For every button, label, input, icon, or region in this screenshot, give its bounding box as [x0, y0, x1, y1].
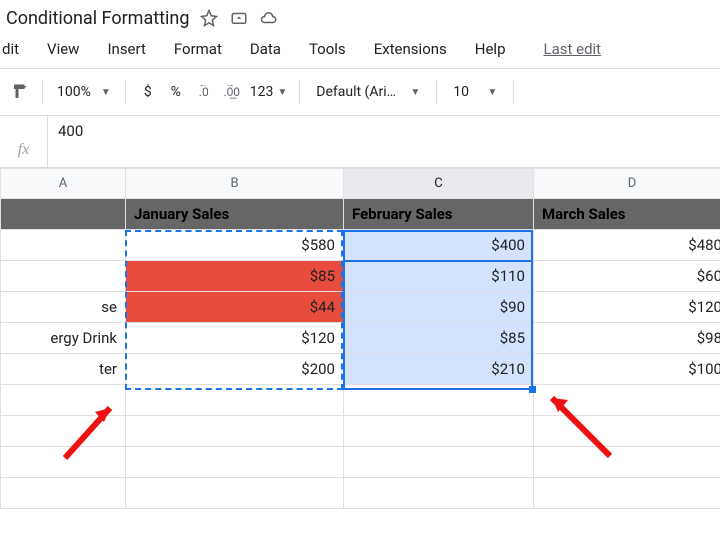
cell[interactable]: $210 [344, 354, 534, 385]
font-size-select[interactable]: 10 ▼ [445, 77, 505, 107]
cloud-icon[interactable] [259, 8, 279, 28]
cell[interactable] [1, 416, 126, 447]
menu-bar: dit View Insert Format Data Tools Extens… [0, 36, 720, 68]
separator [125, 80, 126, 104]
star-icon[interactable] [199, 8, 219, 28]
formula-input[interactable]: 400 [48, 116, 720, 167]
increase-decimal-button[interactable]: .0̲0→ [218, 77, 246, 107]
col-header-C[interactable]: C [344, 169, 534, 199]
currency-button[interactable]: $ [134, 77, 162, 107]
chevron-down-icon: ▼ [277, 87, 287, 98]
col-header-B[interactable]: B [126, 169, 344, 199]
col-header-D[interactable]: D [534, 169, 720, 199]
cell[interactable] [126, 478, 344, 509]
chevron-down-icon: ▼ [101, 87, 111, 98]
separator [42, 80, 43, 104]
cell[interactable]: $85 [126, 261, 344, 292]
decrease-decimal-button[interactable]: .0← [190, 77, 218, 107]
separator [436, 80, 437, 104]
move-icon[interactable] [229, 8, 249, 28]
cell[interactable] [126, 385, 344, 416]
font-size-value: 10 [453, 84, 469, 100]
menu-extensions[interactable]: Extensions [360, 36, 461, 62]
menu-edit[interactable]: dit [0, 36, 33, 62]
menu-format[interactable]: Format [160, 36, 236, 62]
cell[interactable]: ergy Drink [1, 323, 126, 354]
cell[interactable]: February Sales [344, 199, 534, 230]
menu-tools[interactable]: Tools [295, 36, 360, 62]
cell[interactable]: $98 [534, 323, 720, 354]
cell[interactable]: $580 [126, 230, 344, 261]
cell[interactable] [534, 385, 720, 416]
cell[interactable] [344, 447, 534, 478]
font-select[interactable]: Default (Ari… ▼ [308, 77, 428, 107]
menu-data[interactable]: Data [236, 36, 295, 62]
cell[interactable] [534, 416, 720, 447]
cell[interactable]: $100 [534, 354, 720, 385]
cell[interactable]: $85 [344, 323, 534, 354]
cell[interactable]: $120 [534, 292, 720, 323]
cell[interactable] [126, 416, 344, 447]
fx-label-cell: fx [0, 116, 48, 167]
cell[interactable] [344, 385, 534, 416]
cell[interactable]: $120 [126, 323, 344, 354]
percent-button[interactable]: % [162, 77, 190, 107]
cell[interactable] [1, 199, 126, 230]
cell[interactable]: March Sales [534, 199, 720, 230]
spreadsheet-grid[interactable]: A B C D January Sales February Sales Mar… [0, 168, 720, 509]
cell[interactable]: $90 [344, 292, 534, 323]
cell[interactable] [1, 261, 126, 292]
cell[interactable] [534, 447, 720, 478]
zoom-select[interactable]: 100% ▼ [51, 77, 117, 107]
fx-label: fx [18, 141, 30, 159]
cell[interactable]: $200 [126, 354, 344, 385]
cell[interactable] [344, 478, 534, 509]
cell[interactable]: $400 [344, 230, 534, 261]
cell[interactable] [1, 385, 126, 416]
cell[interactable] [344, 416, 534, 447]
toolbar: 100% ▼ $ % .0← .0̲0→ 123 ▼ Default (Ari…… [0, 68, 720, 116]
cell[interactable]: $44 [126, 292, 344, 323]
last-edit-link[interactable]: Last edit [530, 36, 616, 62]
font-name: Default (Ari… [316, 84, 396, 100]
menu-help[interactable]: Help [461, 36, 520, 62]
cell[interactable]: January Sales [126, 199, 344, 230]
more-formats-button[interactable]: 123 ▼ [246, 77, 292, 107]
separator [513, 80, 514, 104]
cell[interactable] [1, 478, 126, 509]
cell[interactable]: $110 [344, 261, 534, 292]
formula-bar: fx 400 [0, 116, 720, 168]
cell[interactable]: $60 [534, 261, 720, 292]
chevron-down-icon: ▼ [487, 87, 497, 98]
cell[interactable] [534, 478, 720, 509]
col-header-A[interactable]: A [1, 169, 126, 199]
chevron-down-icon: ▼ [410, 87, 420, 98]
cell[interactable] [126, 447, 344, 478]
cell[interactable]: se [1, 292, 126, 323]
cell[interactable] [1, 230, 126, 261]
separator [299, 80, 300, 104]
zoom-value: 100% [57, 84, 91, 100]
formula-value: 400 [58, 122, 83, 140]
menu-view[interactable]: View [33, 36, 93, 62]
doc-title[interactable]: Conditional Formatting [6, 8, 189, 29]
cell[interactable]: $480 [534, 230, 720, 261]
paint-format-icon[interactable] [6, 77, 34, 107]
cell[interactable]: ter [1, 354, 126, 385]
cell[interactable] [1, 447, 126, 478]
menu-insert[interactable]: Insert [93, 36, 159, 62]
